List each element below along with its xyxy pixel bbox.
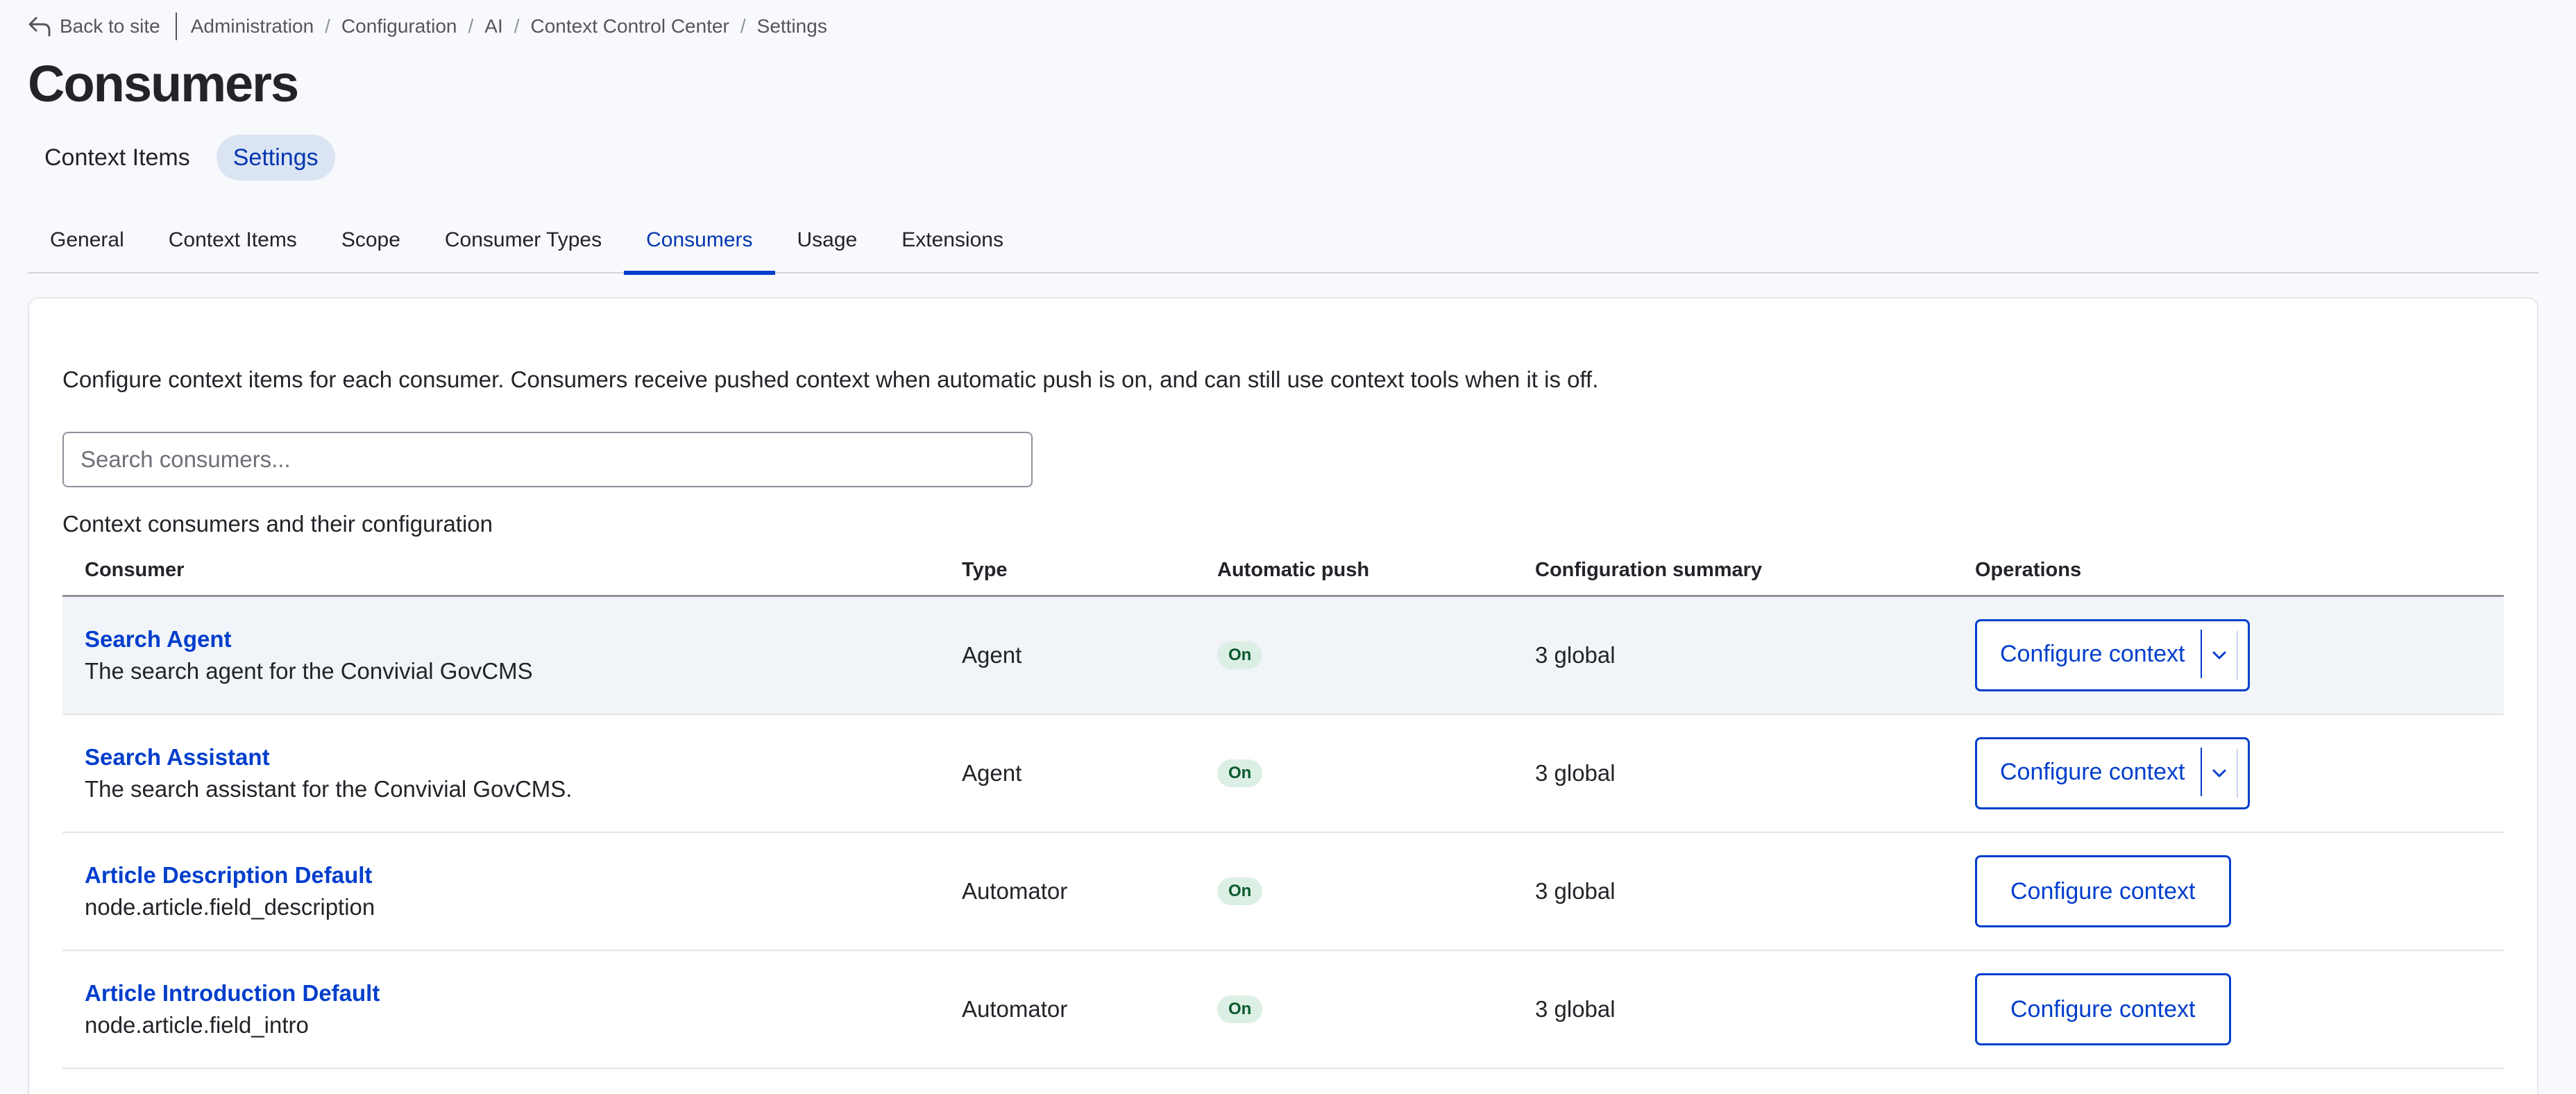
configuration-summary: 3 global	[1535, 760, 1616, 786]
push-cell: On	[1217, 641, 1535, 669]
tab-general[interactable]: General	[28, 207, 146, 274]
breadcrumb-separator: /	[468, 15, 474, 37]
consumer-type: Agent	[962, 760, 1022, 786]
tab-scope[interactable]: Scope	[319, 207, 423, 274]
column-header-type: Type	[962, 559, 1008, 581]
consumers-table: Consumer Type Automatic push Configurati…	[62, 546, 2504, 1069]
table-row: Search Agent The search agent for the Co…	[62, 597, 2504, 715]
split-button-end	[2238, 739, 2248, 807]
column-header-automatic-push: Automatic push	[1217, 559, 1370, 581]
consumer-description: node.article.field_intro	[85, 1012, 309, 1038]
search-consumers-input[interactable]	[62, 432, 1033, 487]
configuration-summary: 3 global	[1535, 996, 1616, 1022]
tab-consumer-types[interactable]: Consumer Types	[423, 207, 624, 274]
primary-tabs: Context Items Settings	[28, 135, 335, 180]
back-arrow-icon	[28, 17, 51, 37]
consumer-name-link[interactable]: Article Introduction Default	[85, 980, 962, 1007]
table-caption: Context consumers and their configuratio…	[62, 511, 493, 537]
operations-cell: Configure context	[1975, 973, 2504, 1045]
breadcrumb-context-control-center[interactable]: Context Control Center	[531, 15, 729, 37]
consumer-cell: Search Agent The search agent for the Co…	[62, 626, 962, 684]
page: Back to site Administration / Configurat…	[0, 0, 2576, 1094]
breadcrumb-settings[interactable]: Settings	[757, 15, 827, 37]
operations-cell: Configure context	[1975, 855, 2504, 927]
consumer-type: Agent	[962, 642, 1022, 668]
consumer-name-link[interactable]: Search Assistant	[85, 744, 962, 771]
back-to-site-label: Back to site	[60, 15, 160, 37]
breadcrumb-configuration[interactable]: Configuration	[341, 15, 457, 37]
consumer-type: Automator	[962, 878, 1068, 904]
back-to-site-link[interactable]: Back to site	[28, 15, 160, 37]
chevron-down-icon	[2212, 769, 2226, 777]
secondary-tabs: General Context Items Scope Consumer Typ…	[28, 207, 2539, 275]
consumer-description: The search assistant for the Convivial G…	[85, 776, 573, 802]
consumer-cell: Article Introduction Default node.articl…	[62, 980, 962, 1038]
tab-extensions[interactable]: Extensions	[879, 207, 1026, 274]
status-badge: On	[1217, 641, 1263, 669]
breadcrumb-administration[interactable]: Administration	[191, 15, 314, 37]
consumer-cell: Search Assistant The search assistant fo…	[62, 744, 962, 802]
configure-context-split-button: Configure context	[1975, 737, 2250, 809]
configure-context-button[interactable]: Configure context	[1975, 855, 2231, 927]
operations-cell: Configure context	[1975, 619, 2504, 691]
consumer-cell: Article Description Default node.article…	[62, 862, 962, 920]
push-cell: On	[1217, 759, 1535, 787]
tab-context-items[interactable]: Context Items	[146, 207, 319, 274]
split-button-end	[2238, 621, 2248, 689]
consumer-description: The search agent for the Convivial GovCM…	[85, 658, 533, 684]
intro-text: Configure context items for each consume…	[62, 367, 1599, 392]
configure-context-button[interactable]: Configure context	[1977, 748, 2202, 796]
status-badge: On	[1217, 759, 1263, 787]
breadcrumb-separator: /	[740, 15, 746, 37]
chevron-down-icon	[2212, 651, 2226, 659]
table-header: Consumer Type Automatic push Configurati…	[62, 546, 2504, 597]
operations-dropdown-toggle[interactable]	[2202, 749, 2238, 798]
table-row: Article Introduction Default node.articl…	[62, 951, 2504, 1069]
primary-tab-settings[interactable]: Settings	[216, 135, 335, 180]
tab-consumers[interactable]: Consumers	[624, 207, 775, 275]
table-row: Article Description Default node.article…	[62, 833, 2504, 951]
configure-context-button[interactable]: Configure context	[1977, 630, 2202, 678]
status-badge: On	[1217, 995, 1263, 1023]
configuration-summary: 3 global	[1535, 878, 1616, 904]
column-header-operations: Operations	[1975, 559, 2082, 581]
tab-usage[interactable]: Usage	[775, 207, 880, 274]
breadcrumb-separator: /	[325, 15, 330, 37]
operations-dropdown-toggle[interactable]	[2202, 631, 2238, 680]
consumer-type: Automator	[962, 996, 1068, 1022]
configure-context-split-button: Configure context	[1975, 619, 2250, 691]
consumer-name-link[interactable]: Article Description Default	[85, 862, 962, 889]
column-header-configuration-summary: Configuration summary	[1535, 559, 1763, 581]
consumer-description: node.article.field_description	[85, 894, 375, 920]
configure-context-button[interactable]: Configure context	[1975, 973, 2231, 1045]
content-card: Configure context items for each consume…	[28, 297, 2539, 1094]
configuration-summary: 3 global	[1535, 642, 1616, 668]
column-header-consumer: Consumer	[85, 559, 185, 581]
page-title: Consumers	[28, 55, 299, 112]
primary-tab-context-items[interactable]: Context Items	[28, 135, 207, 180]
top-bar: Back to site Administration / Configurat…	[28, 12, 827, 40]
table-row: Search Assistant The search assistant fo…	[62, 715, 2504, 833]
breadcrumb: Administration / Configuration / AI / Co…	[191, 15, 827, 37]
consumer-name-link[interactable]: Search Agent	[85, 626, 962, 653]
operations-cell: Configure context	[1975, 737, 2504, 809]
top-divider	[175, 12, 177, 40]
push-cell: On	[1217, 877, 1535, 905]
breadcrumb-separator: /	[514, 15, 520, 37]
status-badge: On	[1217, 877, 1263, 905]
push-cell: On	[1217, 995, 1535, 1023]
breadcrumb-ai[interactable]: AI	[484, 15, 502, 37]
